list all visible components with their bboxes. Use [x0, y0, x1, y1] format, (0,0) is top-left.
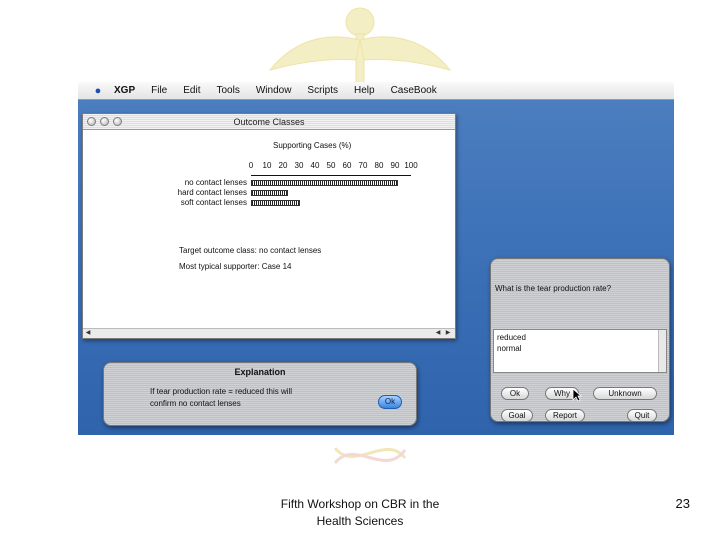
bar-no-contact-lenses: [251, 180, 398, 186]
x-tick-label: 40: [310, 161, 320, 170]
x-tick-label: 20: [278, 161, 288, 170]
bar-hard-contact-lenses: [251, 190, 288, 196]
explanation-line-1: If tear production rate = reduced this w…: [150, 387, 293, 396]
typical-supporter-text: Most typical supporter: Case 14: [179, 262, 292, 271]
zoom-button[interactable]: [113, 117, 122, 126]
explanation-dialog: Explanation If tear production rate = re…: [103, 362, 417, 426]
footer-line-1: Fifth Workshop on CBR in the: [280, 497, 440, 511]
x-tick-label: 50: [326, 161, 336, 170]
footer-line-2: Health Sciences: [316, 514, 404, 528]
menu-window[interactable]: Window: [248, 85, 300, 96]
category-label: soft contact lenses: [180, 198, 247, 207]
scroll-left-icon[interactable]: ◀: [83, 329, 93, 338]
answer-list[interactable]: reduced normal: [493, 329, 667, 373]
report-button[interactable]: Report: [545, 409, 585, 422]
x-tick-label: 90: [390, 161, 400, 170]
category-label: no contact lenses: [184, 178, 247, 187]
footer-conference: Fifth Workshop on CBR in the Health Scie…: [240, 496, 480, 530]
target-outcome-text: Target outcome class: no contact lenses: [179, 246, 322, 255]
scroll-left-end-icon[interactable]: ◀: [433, 329, 443, 338]
x-tick-label: 30: [294, 161, 304, 170]
x-tick-label: 60: [342, 161, 352, 170]
close-button[interactable]: [87, 117, 96, 126]
x-axis-ticks: 0 10 20 30 40 50 60 70 80 90 100: [248, 161, 421, 173]
scroll-right-icon[interactable]: ▶: [443, 329, 453, 338]
explanation-title: Explanation: [234, 367, 286, 377]
answer-option-reduced[interactable]: reduced: [494, 332, 666, 343]
answer-option-normal[interactable]: normal: [494, 343, 666, 354]
question-prompt: What is the tear production rate?: [495, 284, 612, 293]
explanation-line-2: confirm no contact lenses: [150, 399, 241, 408]
apple-icon[interactable]: ●: [90, 85, 106, 97]
list-scrollbar[interactable]: [658, 330, 666, 372]
menu-bar: ● XGP File Edit Tools Window Scripts Hel…: [78, 82, 674, 100]
menu-scripts[interactable]: Scripts: [299, 85, 346, 96]
menu-xgp[interactable]: XGP: [106, 85, 143, 96]
x-tick-label: 10: [262, 161, 272, 170]
menu-casebook[interactable]: CaseBook: [383, 85, 445, 96]
window-title: Outcome Classes: [233, 117, 305, 127]
minimize-button[interactable]: [100, 117, 109, 126]
menu-edit[interactable]: Edit: [175, 85, 208, 96]
x-tick-label: 0: [248, 161, 254, 170]
x-axis-line: [251, 175, 411, 176]
x-tick-label: 100: [404, 161, 418, 170]
menu-help[interactable]: Help: [346, 85, 383, 96]
window-titlebar[interactable]: Outcome Classes: [83, 114, 455, 130]
explanation-ok-button[interactable]: Ok: [378, 395, 402, 409]
menu-file[interactable]: File: [143, 85, 175, 96]
goal-button[interactable]: Goal: [501, 409, 533, 422]
x-tick-label: 80: [374, 161, 384, 170]
mouse-cursor-icon: [572, 388, 582, 402]
x-tick-label: 70: [358, 161, 368, 170]
bar-soft-contact-lenses: [251, 200, 300, 206]
app-screenshot: ● XGP File Edit Tools Window Scripts Hel…: [78, 82, 674, 435]
unknown-button[interactable]: Unknown: [593, 387, 657, 400]
horizontal-scrollbar[interactable]: ◀ ◀ ▶: [83, 328, 455, 338]
outcome-classes-window: Outcome Classes Supporting Cases (%) 0 10…: [82, 113, 456, 339]
quit-button[interactable]: Quit: [627, 409, 657, 422]
watermark-dna: [333, 446, 407, 465]
ok-button[interactable]: Ok: [501, 387, 529, 400]
menu-tools[interactable]: Tools: [208, 85, 247, 96]
category-label: hard contact lenses: [177, 188, 247, 197]
chart-title: Supporting Cases (%): [273, 141, 352, 150]
page-number: 23: [675, 496, 690, 511]
